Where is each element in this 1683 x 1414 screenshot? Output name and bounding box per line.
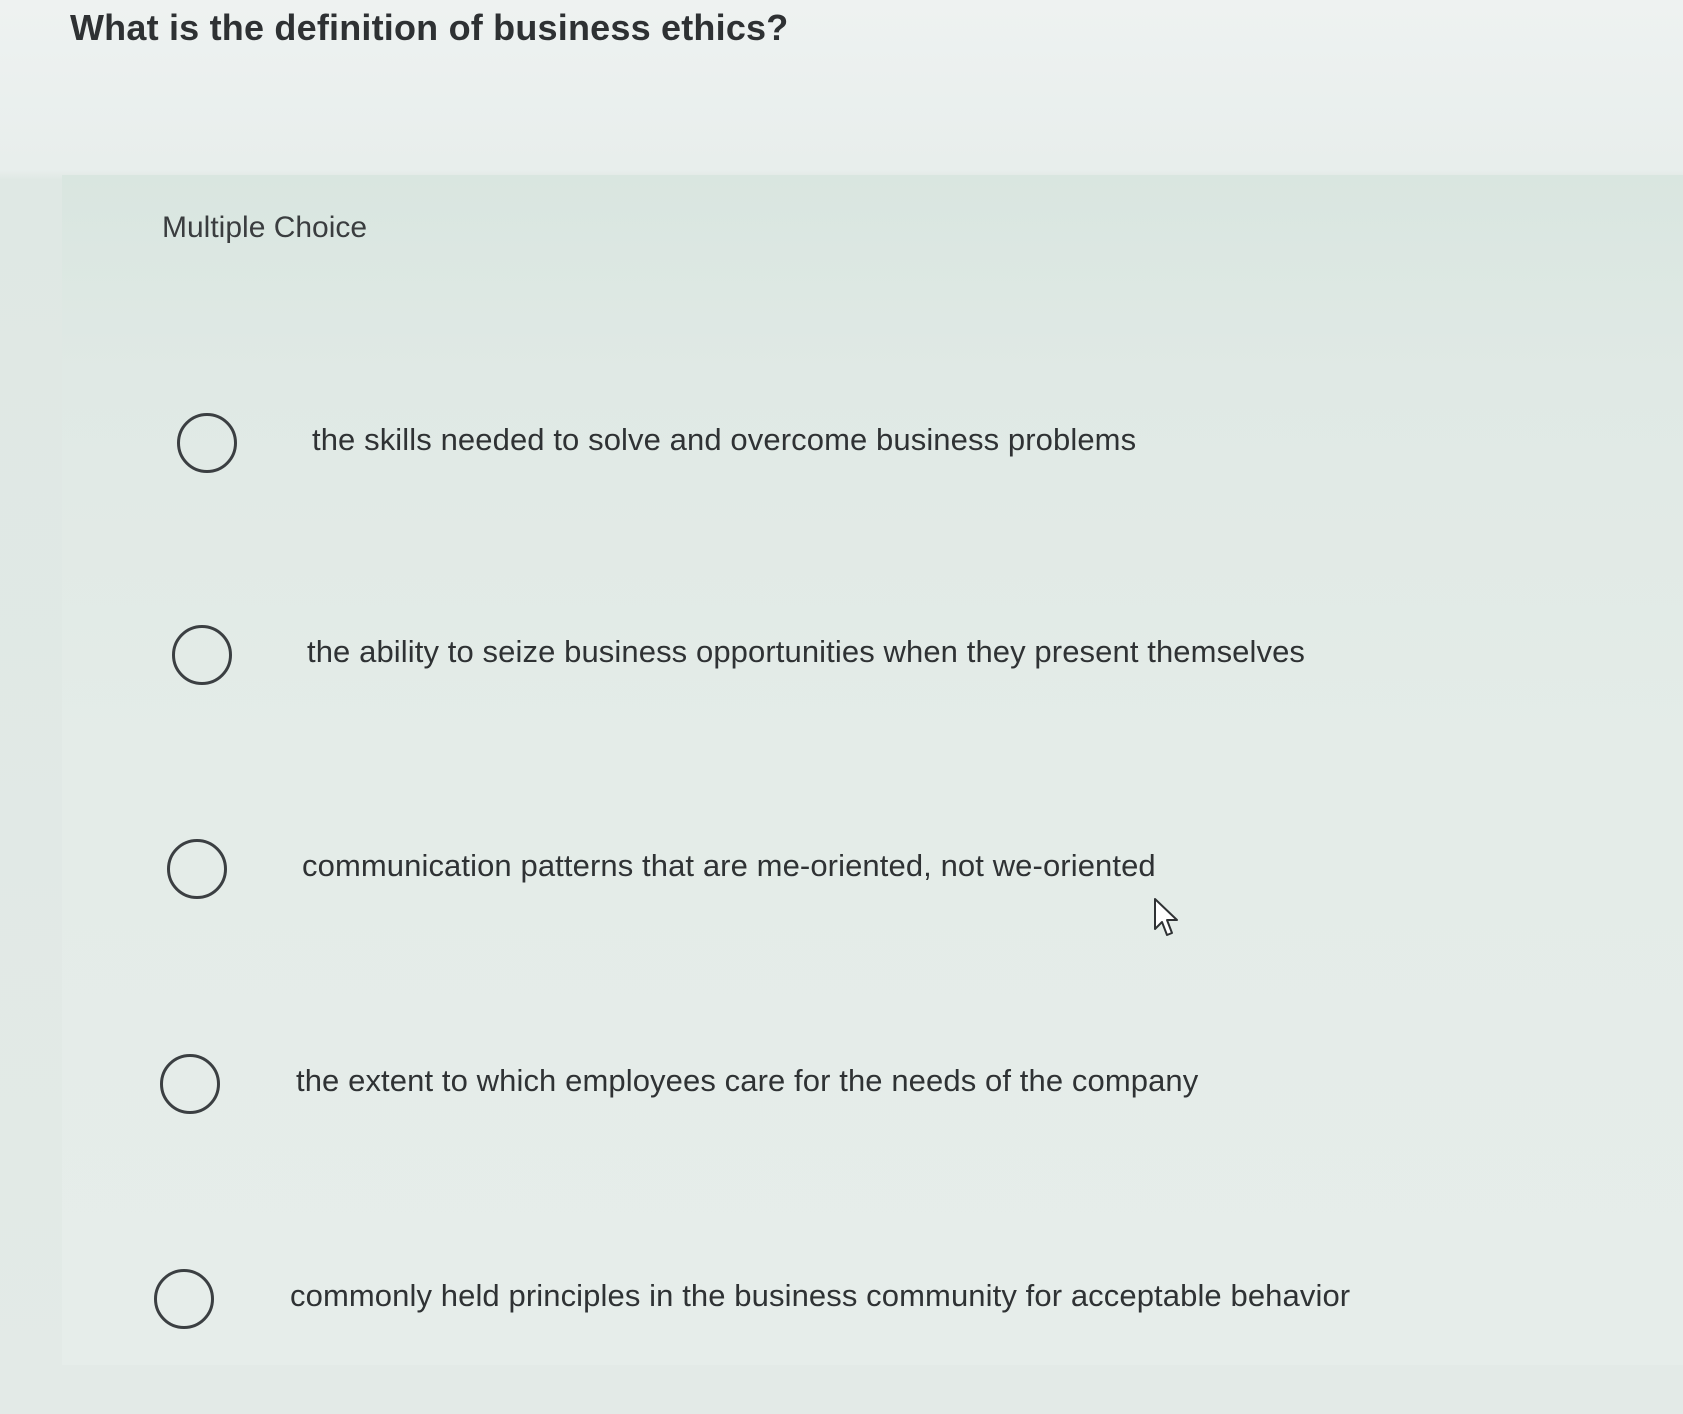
answer-option-label[interactable]: the extent to which employees care for t… [296,1063,1198,1099]
answer-option-1[interactable]: the skills needed to solve and overcome … [62,400,1562,490]
answer-options-list: the skills needed to solve and overcome … [62,175,1683,1365]
radio-unchecked-icon[interactable] [154,1269,214,1329]
radio-unchecked-icon[interactable] [177,413,237,473]
answer-option-label[interactable]: the ability to seize business opportunit… [307,634,1305,670]
mouse-pointer-icon [1154,898,1178,936]
page: What is the definition of business ethic… [0,0,1683,1414]
answer-option-label[interactable]: commonly held principles in the business… [290,1278,1350,1314]
radio-unchecked-icon[interactable] [160,1054,220,1114]
multiple-choice-panel: Multiple Choice the skills needed to sol… [62,175,1683,1365]
answer-option-label[interactable]: the skills needed to solve and overcome … [312,422,1136,458]
radio-unchecked-icon[interactable] [172,625,232,685]
answer-option-2[interactable]: the ability to seize business opportunit… [62,612,1562,702]
radio-unchecked-icon[interactable] [167,839,227,899]
answer-option-label[interactable]: communication patterns that are me-orien… [302,848,1156,884]
question-title: What is the definition of business ethic… [70,7,789,48]
answer-option-3[interactable]: communication patterns that are me-orien… [62,826,1562,916]
answer-option-5[interactable]: commonly held principles in the business… [62,1256,1562,1346]
answer-option-4[interactable]: the extent to which employees care for t… [62,1041,1562,1131]
